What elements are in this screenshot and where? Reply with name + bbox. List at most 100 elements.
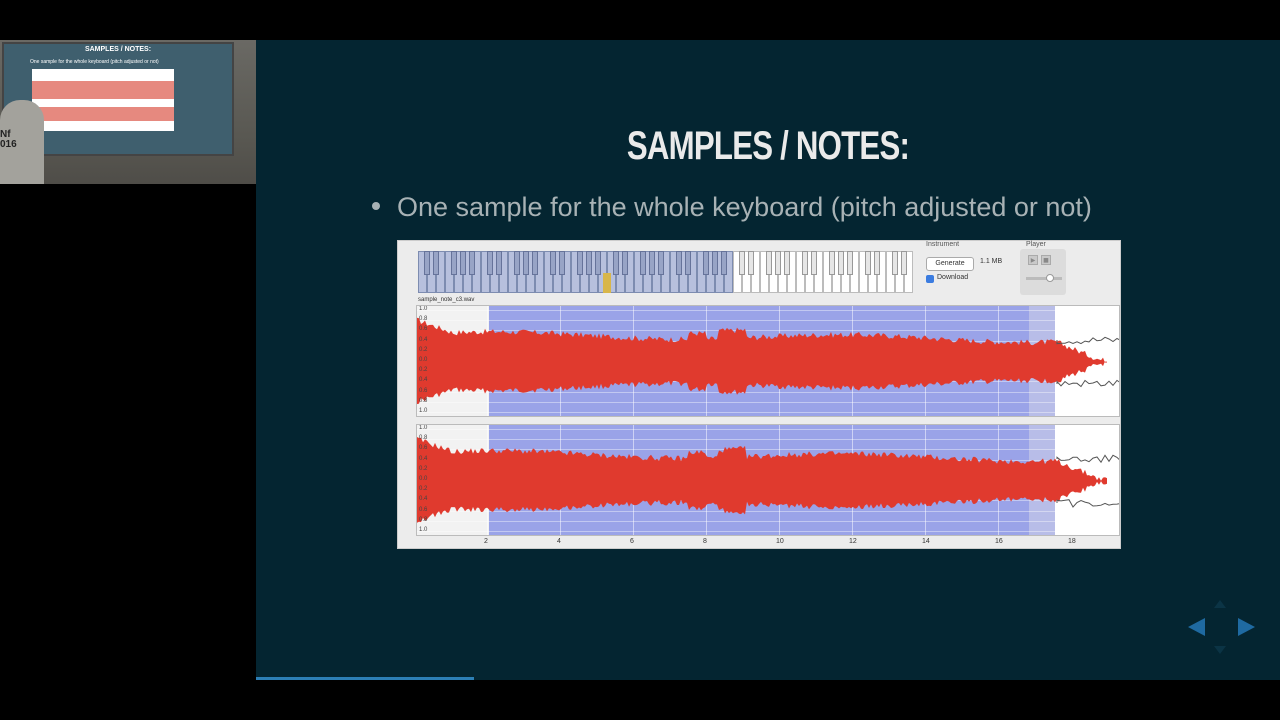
y-tick-label: 0.2 bbox=[419, 346, 428, 353]
piano-black-key[interactable] bbox=[514, 251, 520, 275]
piano-black-key[interactable] bbox=[613, 251, 619, 275]
nav-down-icon bbox=[1214, 646, 1226, 654]
piano-black-key[interactable] bbox=[802, 251, 808, 275]
file-size: 1.1 MB bbox=[980, 258, 1003, 265]
x-tick-label: 2 bbox=[484, 538, 488, 545]
y-tick-label: 0.6 bbox=[419, 506, 428, 513]
x-tick-label: 8 bbox=[703, 538, 707, 545]
y-tick-label: 0.4 bbox=[419, 336, 428, 343]
piano-black-key[interactable] bbox=[433, 251, 439, 275]
piano-black-key[interactable] bbox=[559, 251, 565, 275]
waveform bbox=[417, 437, 1119, 523]
piano-black-key[interactable] bbox=[595, 251, 601, 275]
x-tick-label: 6 bbox=[630, 538, 634, 545]
waveform-channel-right[interactable]: 1.0 0.8 0.6 0.4 0.2 0.0 0.2 0.4 0.6 0.8 1.0 bbox=[416, 424, 1120, 536]
y-tick-label: 0.8 bbox=[419, 316, 428, 323]
volume-slider[interactable] bbox=[1026, 274, 1062, 282]
y-tick-label: 1.0 bbox=[419, 408, 428, 414]
generate-button[interactable]: Generate bbox=[926, 257, 974, 271]
piano-black-key[interactable] bbox=[739, 251, 745, 275]
piano-black-key[interactable] bbox=[496, 251, 502, 275]
piano-black-key[interactable] bbox=[901, 251, 907, 275]
y-tick-label: 0.2 bbox=[419, 367, 428, 374]
instrument-panel: Instrument Generate 1.1 MB Download bbox=[922, 241, 1017, 295]
piano-black-key[interactable] bbox=[775, 251, 781, 275]
piano-black-key[interactable] bbox=[586, 251, 592, 275]
waveform-channel-left[interactable]: 1.0 0.8 0.6 0.4 0.2 0.0 0.2 0.4 0.6 0.8 1.0 bbox=[416, 305, 1120, 417]
piano-black-key[interactable] bbox=[748, 251, 754, 275]
waveform bbox=[417, 317, 1119, 405]
piano-black-key[interactable] bbox=[703, 251, 709, 275]
piano-black-key[interactable] bbox=[766, 251, 772, 275]
waveform-shape bbox=[417, 317, 1107, 405]
y-tick-label: 0.4 bbox=[419, 496, 428, 503]
piano-black-key[interactable] bbox=[577, 251, 583, 275]
y-tick-label: 0.6 bbox=[419, 445, 428, 452]
left-arrow-icon[interactable] bbox=[1188, 618, 1205, 636]
player-label: Player bbox=[1026, 241, 1046, 248]
presenter-camera-feed: SAMPLES / NOTES: One sample for the whol… bbox=[0, 40, 256, 184]
y-tick-label: 0.2 bbox=[419, 465, 428, 472]
piano-black-key[interactable] bbox=[829, 251, 835, 275]
y-tick-label: 0.0 bbox=[419, 357, 428, 363]
slide-bullet: One sample for the whole keyboard (pitch… bbox=[372, 192, 1092, 223]
piano-black-key[interactable] bbox=[892, 251, 898, 275]
right-arrow-icon[interactable] bbox=[1238, 618, 1255, 636]
piano-black-key[interactable] bbox=[865, 251, 871, 275]
piano-black-key[interactable] bbox=[640, 251, 646, 275]
y-tick-label: 0.6 bbox=[419, 326, 428, 333]
piano-black-key[interactable] bbox=[469, 251, 475, 275]
piano-black-key[interactable] bbox=[838, 251, 844, 275]
slide-title: SAMPLES / NOTES: bbox=[626, 124, 910, 168]
piano-black-key[interactable] bbox=[811, 251, 817, 275]
projected-waveform bbox=[32, 81, 174, 121]
y-tick-label: 0.0 bbox=[419, 476, 428, 482]
x-tick-label: 18 bbox=[1068, 538, 1076, 545]
piano-black-key[interactable] bbox=[676, 251, 682, 275]
y-tick-label: 0.8 bbox=[419, 435, 428, 442]
sample-filename: sample_note_c3.wav bbox=[418, 297, 475, 303]
slide-bullet-text: One sample for the whole keyboard (pitch… bbox=[397, 192, 1092, 222]
bullet-dot bbox=[372, 201, 380, 210]
x-tick-label: 16 bbox=[995, 538, 1003, 545]
piano-black-key[interactable] bbox=[685, 251, 691, 275]
y-tick-label: 0.8 bbox=[419, 397, 428, 404]
nav-up-icon bbox=[1214, 600, 1226, 608]
projected-slide-bullet: One sample for the whole keyboard (pitch… bbox=[30, 59, 159, 65]
time-axis: 2 4 6 8 10 12 14 16 18 bbox=[416, 537, 1120, 549]
presenter-shirt-text: Nf 016 bbox=[0, 129, 17, 150]
piano-black-key[interactable] bbox=[532, 251, 538, 275]
piano-black-key[interactable] bbox=[460, 251, 466, 275]
x-tick-label: 10 bbox=[776, 538, 784, 545]
stop-icon[interactable]: ■ bbox=[1041, 255, 1051, 265]
presentation-slide: SAMPLES / NOTES: One sample for the whol… bbox=[256, 40, 1280, 680]
download-checkbox[interactable] bbox=[926, 275, 934, 283]
instrument-label: Instrument bbox=[926, 241, 960, 248]
piano-black-key[interactable] bbox=[487, 251, 493, 275]
slide-progress-bar bbox=[256, 677, 1280, 680]
projected-slide-image bbox=[32, 69, 174, 131]
slide-progress-fill bbox=[256, 677, 475, 680]
waveform-shape bbox=[417, 437, 1107, 523]
play-icon[interactable]: ▶ bbox=[1028, 255, 1038, 265]
piano-black-key[interactable] bbox=[847, 251, 853, 275]
piano-black-key[interactable] bbox=[622, 251, 628, 275]
x-tick-label: 4 bbox=[557, 538, 561, 545]
y-tick-label: 0.6 bbox=[419, 387, 428, 394]
selected-piano-key[interactable] bbox=[603, 273, 611, 293]
piano-black-key[interactable] bbox=[550, 251, 556, 275]
piano-black-key[interactable] bbox=[658, 251, 664, 275]
piano-black-key[interactable] bbox=[784, 251, 790, 275]
piano-black-key[interactable] bbox=[451, 251, 457, 275]
y-tick-label: 1.0 bbox=[419, 306, 428, 312]
x-tick-label: 14 bbox=[922, 538, 930, 545]
piano-black-key[interactable] bbox=[523, 251, 529, 275]
piano-black-key[interactable] bbox=[874, 251, 880, 275]
piano-black-key[interactable] bbox=[712, 251, 718, 275]
piano-black-key[interactable] bbox=[721, 251, 727, 275]
piano-black-key[interactable] bbox=[424, 251, 430, 275]
volume-slider-thumb[interactable] bbox=[1046, 274, 1054, 282]
y-tick-label: 0.4 bbox=[419, 455, 428, 462]
x-tick-label: 12 bbox=[849, 538, 857, 545]
piano-black-key[interactable] bbox=[649, 251, 655, 275]
